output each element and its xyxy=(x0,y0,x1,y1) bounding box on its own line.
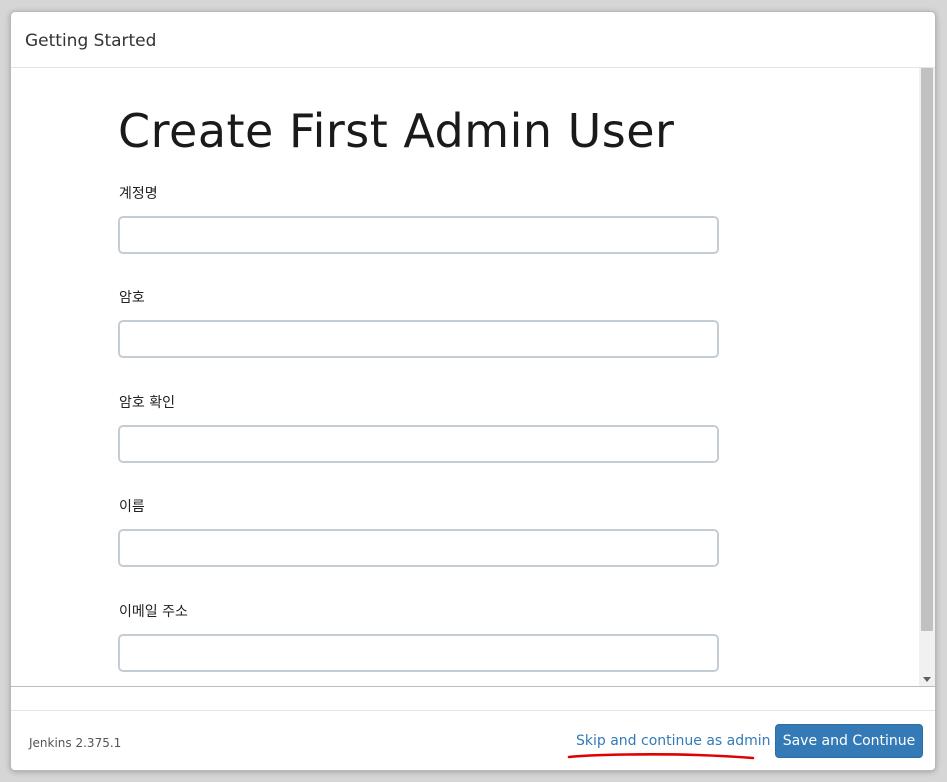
username-label: 계정명 xyxy=(119,186,158,202)
page-title: Create First Admin User xyxy=(118,104,675,158)
setup-wizard-dialog: Getting Started Create First Admin User … xyxy=(10,11,936,771)
header-title: Getting Started xyxy=(25,31,157,51)
dialog-body: Create First Admin User 계정명 암호 암호 확인 이름 … xyxy=(11,68,919,686)
jenkins-version: Jenkins 2.375.1 xyxy=(29,736,122,750)
username-input[interactable] xyxy=(118,216,719,254)
skip-continue-as-admin-link[interactable]: Skip and continue as admin xyxy=(576,733,771,749)
vertical-scrollbar[interactable] xyxy=(919,68,935,687)
confirm-password-input[interactable] xyxy=(118,425,719,463)
password-input[interactable] xyxy=(118,320,719,358)
save-and-continue-button[interactable]: Save and Continue xyxy=(775,724,923,758)
full-name-input[interactable] xyxy=(118,529,719,567)
footer-divider xyxy=(11,686,935,687)
email-input[interactable] xyxy=(118,634,719,672)
scrollbar-thumb[interactable] xyxy=(921,68,933,631)
email-label: 이메일 주소 xyxy=(119,604,188,620)
red-underline-annotation xyxy=(567,753,755,760)
confirm-password-label: 암호 확인 xyxy=(119,395,175,411)
full-name-label: 이름 xyxy=(119,499,145,515)
scroll-down-arrow-icon[interactable] xyxy=(923,677,931,682)
dialog-header: Getting Started xyxy=(11,12,935,68)
password-label: 암호 xyxy=(119,290,145,306)
dialog-footer: Jenkins 2.375.1 Skip and continue as adm… xyxy=(11,711,935,770)
